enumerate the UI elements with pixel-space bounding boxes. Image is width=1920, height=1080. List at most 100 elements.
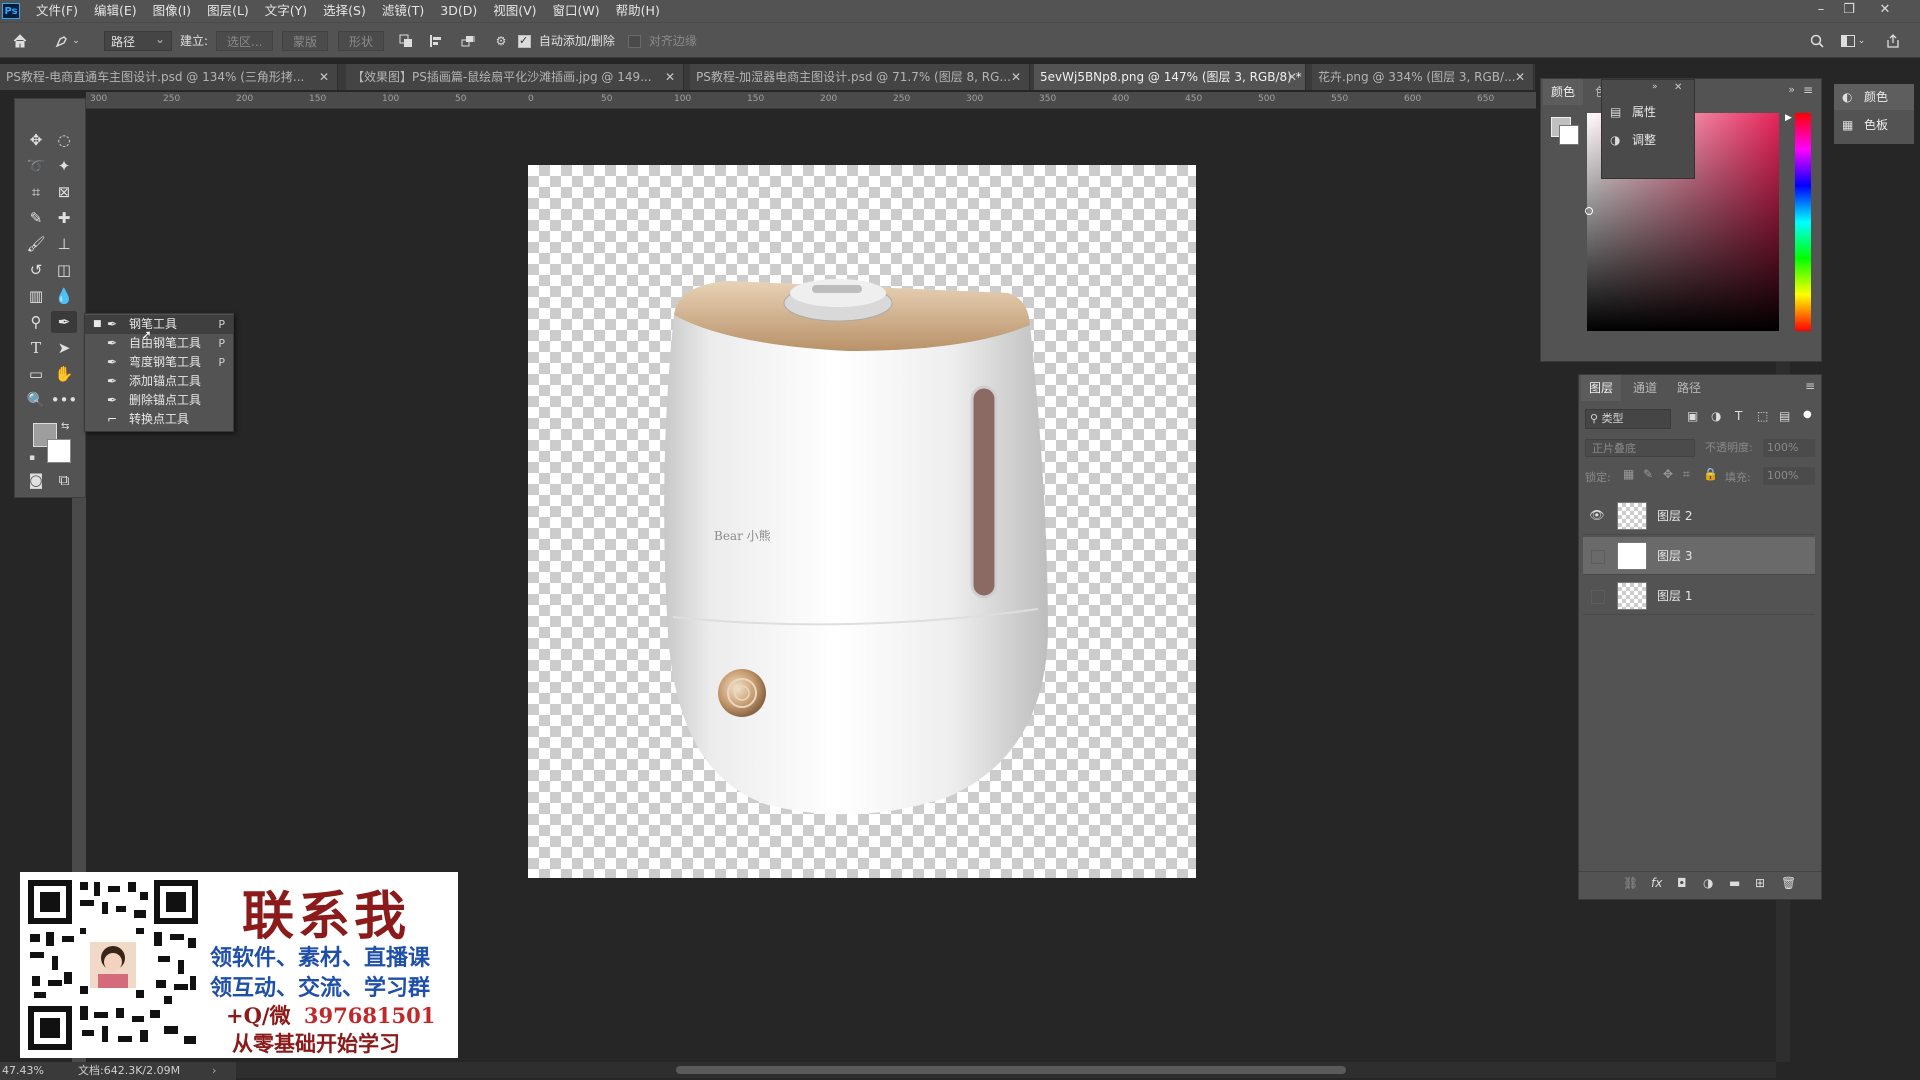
lock-artboard-icon[interactable]: ⌗ (1683, 467, 1690, 482)
lock-paint-icon[interactable]: ✎ (1643, 467, 1653, 481)
popup-item-properties[interactable]: ▤ 属性 (1602, 98, 1692, 126)
eye-visible-icon[interactable]: 👁 (1589, 508, 1605, 524)
lock-transparency-icon[interactable]: ▦ (1623, 467, 1634, 481)
collapse-panel-icon[interactable]: » (1788, 83, 1795, 96)
quick-mask-icon[interactable]: ◙ (23, 469, 49, 491)
restore-button[interactable]: ❐ (1836, 0, 1862, 22)
pen-tool-icon[interactable]: ✒ (51, 311, 77, 333)
new-adjustment-layer-icon[interactable]: ◑ (1703, 876, 1713, 890)
zoom-tool-icon[interactable]: 🔍 (23, 389, 49, 411)
link-layers-icon[interactable]: ⛓ (1623, 876, 1638, 890)
flyout-item-pen[interactable]: ■ ✒ 钢笔工具 P (85, 315, 233, 334)
align-edges-checkbox[interactable]: 对齐边缘 (628, 31, 697, 51)
menu-image[interactable]: 图像(I) (145, 0, 199, 22)
elliptical-marquee-tool-icon[interactable]: ◌ (51, 129, 77, 151)
filter-type-icon[interactable]: T (1735, 409, 1742, 423)
make-selection-button[interactable]: 选区... (216, 31, 274, 51)
filter-smart-object-icon[interactable]: ▤ (1779, 409, 1790, 423)
checkbox-unchecked-icon[interactable] (628, 35, 641, 48)
settings-gear-icon[interactable]: ⚙ (492, 31, 510, 51)
frame-tool-icon[interactable]: ⊠ (51, 181, 77, 203)
menu-window[interactable]: 窗口(W) (545, 0, 608, 22)
menu-edit[interactable]: 编辑(E) (86, 0, 145, 22)
tool-preset-pen-icon[interactable]: ⌄ (52, 31, 82, 51)
swap-colors-icon[interactable]: ⇆ (61, 421, 69, 432)
gradient-tool-icon[interactable]: ▥ (23, 285, 49, 307)
menu-layer[interactable]: 图层(L) (199, 0, 257, 22)
eye-hidden-box[interactable] (1591, 550, 1605, 564)
popup-close-icon[interactable]: ✕ (1674, 82, 1682, 93)
blend-mode-select[interactable]: 正片叠底 (1585, 439, 1695, 457)
move-tool-icon[interactable]: ✥ (23, 129, 49, 151)
lock-all-icon[interactable]: 🔒 (1703, 467, 1718, 481)
document-tab[interactable]: PS教程-电商直通车主图设计.psd @ 134% (三角形拷... ✕ (0, 64, 338, 90)
lock-position-icon[interactable]: ✥ (1663, 467, 1673, 481)
tab-layers[interactable]: 图层 (1581, 375, 1622, 401)
magic-wand-tool-icon[interactable]: ✦ (51, 155, 77, 177)
checkbox-checked-icon[interactable] (518, 31, 531, 51)
close-window-button[interactable]: ✕ (1872, 0, 1898, 22)
menu-select[interactable]: 选择(S) (315, 0, 374, 22)
lasso-tool-icon[interactable]: ➰ (23, 155, 49, 177)
path-arrangement-icon[interactable] (458, 31, 480, 51)
path-alignment-icon[interactable] (426, 31, 446, 51)
auto-add-delete-checkbox[interactable]: 自动添加/删除 (518, 31, 615, 51)
minimize-button[interactable]: – (1808, 0, 1834, 22)
layer-filter-select[interactable]: ⚲ 类型 (1585, 409, 1671, 429)
popup-item-adjustments[interactable]: ◑ 调整 (1602, 126, 1692, 154)
menu-help[interactable]: 帮助(H) (608, 0, 668, 22)
rectangle-tool-icon[interactable]: ▭ (23, 363, 49, 385)
document-tab[interactable]: PS教程-加湿器电商主图设计.psd @ 71.7% (图层 8, RG... ✕ (690, 64, 1030, 90)
layer-row[interactable]: 图层 1 (1583, 577, 1815, 615)
close-tab-icon[interactable]: ✕ (1515, 64, 1525, 90)
color-picker-handle[interactable] (1585, 207, 1593, 215)
search-icon[interactable] (1808, 31, 1826, 51)
path-selection-tool-icon[interactable]: ➤ (51, 337, 77, 359)
filter-pixel-icon[interactable]: ▣ (1687, 409, 1698, 423)
type-tool-icon[interactable]: T (23, 337, 49, 359)
flyout-item-delete-anchor[interactable]: ✒ 删除锚点工具 (85, 391, 233, 410)
add-mask-icon[interactable]: ◘ (1677, 876, 1687, 890)
close-tab-icon[interactable]: ✕ (1287, 64, 1297, 90)
panel-menu-icon[interactable]: ≡ (1805, 379, 1815, 393)
menu-view[interactable]: 视图(V) (485, 0, 544, 22)
opacity-input[interactable]: 100% (1763, 439, 1815, 457)
healing-brush-tool-icon[interactable]: ✚ (51, 207, 77, 229)
zoom-level[interactable]: 47.43% (2, 1062, 44, 1080)
tab-paths[interactable]: 路径 (1669, 375, 1709, 401)
menu-file[interactable]: 文件(F) (28, 0, 86, 22)
document-tab[interactable]: 花卉.png @ 334% (图层 3, RGB/... ✕ (1312, 64, 1534, 90)
eye-hidden-box[interactable] (1591, 590, 1605, 604)
eyedropper-tool-icon[interactable]: ✎ (23, 207, 49, 229)
share-icon[interactable] (1884, 31, 1902, 51)
close-tab-icon[interactable]: ✕ (319, 64, 329, 90)
flyout-item-freeform-pen[interactable]: ✒ 自由钢笔工具 P (85, 334, 233, 353)
history-brush-tool-icon[interactable]: ↺ (23, 259, 49, 281)
document-tab-active[interactable]: 5evWj5BNp8.png @ 147% (图层 3, RGB/8) * ✕ (1034, 64, 1306, 90)
new-layer-icon[interactable]: ⊞ (1755, 876, 1765, 890)
background-color-swatch[interactable] (47, 439, 71, 463)
workspace-icon[interactable]: ⌄ (1838, 31, 1868, 51)
layer-style-fx-icon[interactable]: fx (1651, 876, 1662, 890)
clone-stamp-tool-icon[interactable]: ⊥ (51, 233, 77, 255)
new-group-folder-icon[interactable]: ▬ (1729, 876, 1740, 890)
hue-slider-marker-icon[interactable]: ▶ (1785, 113, 1792, 123)
brush-tool-icon[interactable]: 🖌 (23, 233, 49, 255)
scroll-thumb[interactable] (676, 1066, 1346, 1074)
tab-channels[interactable]: 通道 (1625, 375, 1665, 401)
flyout-item-convert-point[interactable]: ⌐ 转换点工具 (85, 410, 233, 429)
hue-slider[interactable] (1795, 113, 1811, 331)
close-tab-icon[interactable]: ✕ (1011, 64, 1021, 90)
blur-tool-icon[interactable]: 💧 (51, 285, 77, 307)
pen-mode-select[interactable]: 路径 (104, 29, 172, 51)
status-arrow-icon[interactable]: › (212, 1062, 216, 1080)
menu-filter[interactable]: 滤镜(T) (374, 0, 432, 22)
more-tools-icon[interactable]: ••• (51, 389, 78, 411)
delete-layer-trash-icon[interactable]: 🗑 (1781, 876, 1796, 890)
dock-item-swatches[interactable]: ▦ 色板 (1834, 112, 1914, 138)
document-canvas[interactable]: Bear 小熊 (528, 165, 1196, 878)
horizontal-scrollbar[interactable] (236, 1062, 1776, 1078)
default-colors-icon[interactable]: ▪ (29, 453, 35, 463)
make-mask-button[interactable]: 蒙版 (282, 31, 329, 51)
filter-toggle-icon[interactable]: ● (1803, 409, 1812, 420)
